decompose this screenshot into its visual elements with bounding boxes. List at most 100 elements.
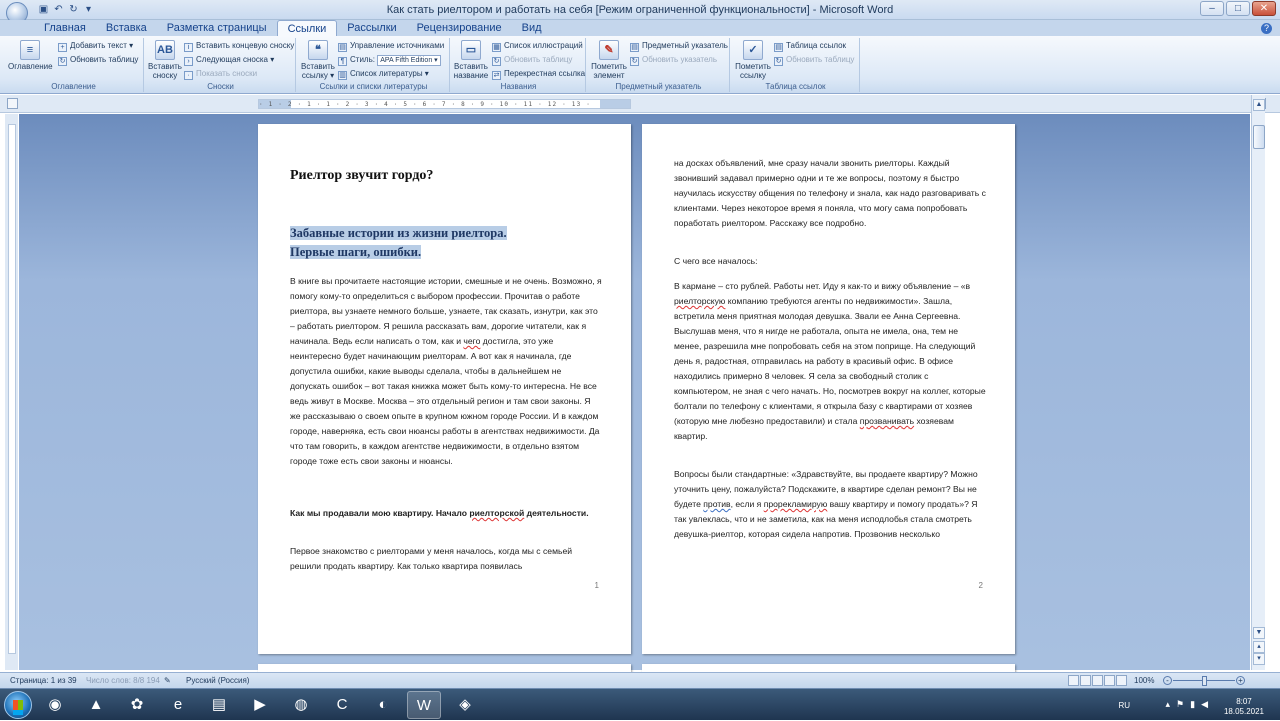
insert-footnote-button[interactable]: AB Вставить сноску — [148, 40, 182, 80]
pinwheel-icon[interactable]: ✿ — [120, 691, 154, 719]
selected-subheading[interactable]: Забавные истории из жизни риелтора. Перв… — [290, 224, 507, 262]
cortana-icon[interactable]: ◉ — [38, 691, 72, 719]
status-bar: Страница: 1 из 39 Число слов: 8/8 194 ✎ … — [0, 672, 1280, 688]
body-paragraph: Вопросы были стандартные: «Здравствуйте,… — [674, 467, 986, 542]
document-workspace: Риелтор звучит гордо? Забавные истории и… — [19, 114, 1250, 674]
print-layout-button[interactable] — [1068, 675, 1079, 686]
group-index-label: Предметный указатель — [615, 82, 702, 91]
tab-review[interactable]: Рецензирование — [407, 20, 512, 36]
zoom-in-button[interactable]: + — [1236, 676, 1245, 685]
media-player-icon[interactable]: ▶ — [243, 691, 277, 719]
document-page-1[interactable]: Риелтор звучит гордо? Забавные истории и… — [258, 124, 631, 654]
insert-caption-button[interactable]: ▭ Вставить название — [452, 40, 490, 80]
tab-insert[interactable]: Вставка — [96, 20, 157, 36]
clock-time: 8:07 — [1236, 697, 1252, 706]
vertical-ruler — [5, 114, 18, 670]
insert-index-button[interactable]: ▤ Предметный указатель — [630, 40, 728, 52]
file-explorer-icon[interactable]: ▤ — [202, 691, 236, 719]
title-bar: ▣ ↶ ↻ ▾ Как стать риелтором и работать н… — [0, 0, 1280, 24]
citation-icon: ❝ — [308, 40, 328, 60]
chrome-icon[interactable]: ◍ — [284, 691, 318, 719]
next-footnote-icon: › — [184, 57, 193, 66]
toc-button[interactable]: ≡ Оглавление — [8, 40, 53, 71]
update-figures-button[interactable]: ↻ Обновить таблицу — [492, 54, 572, 66]
obs-icon[interactable]: ◈ — [448, 691, 482, 719]
minimize-button[interactable]: – — [1200, 1, 1224, 16]
window-controls: – □ ✕ — [1200, 1, 1276, 16]
update-index-button[interactable]: ↻ Обновить указатель — [630, 54, 717, 66]
tray-icons: ▴ ⚑ ▮ ◀ — [1166, 699, 1208, 710]
ruler-strip[interactable]: · 1 · 2 · 1 · 1 · 2 · 3 · 4 · 5 · 6 · 7 … — [258, 99, 631, 109]
manage-sources-button[interactable]: ▤ Управление источниками — [338, 40, 444, 52]
clock[interactable]: 8:07 18.05.2021 — [1224, 697, 1264, 717]
firefox-icon[interactable]: ◐ — [366, 691, 400, 719]
flag-icon[interactable]: ⚑ — [1176, 699, 1184, 710]
outline-button[interactable] — [1104, 675, 1115, 686]
table-of-figures-button[interactable]: ▦ Список иллюстраций — [492, 40, 583, 52]
insert-caption-label: Вставить название — [453, 62, 489, 80]
cross-reference-button[interactable]: ⇄ Перекрестная ссылка — [492, 68, 585, 80]
ccleaner-icon[interactable]: C — [325, 691, 359, 719]
add-text-label: Добавить текст ▾ — [70, 41, 134, 50]
group-citations: ❝ Вставить ссылку ▾ ▤ Управление источник… — [298, 38, 450, 92]
tab-mailings[interactable]: Рассылки — [337, 20, 406, 36]
zoom-knob[interactable] — [1202, 676, 1207, 686]
vertical-scrollbar[interactable]: ▲ ▼ ▴ ▾ — [1251, 95, 1265, 670]
document-page-2[interactable]: на досках объявлений, мне сразу начали з… — [642, 124, 1015, 654]
volume-icon[interactable]: ◀ — [1201, 699, 1208, 710]
mark-entry-icon: ✎ — [599, 40, 619, 60]
toc-button-label: Оглавление — [8, 62, 53, 71]
web-layout-button[interactable] — [1092, 675, 1103, 686]
network-icon[interactable]: ▮ — [1190, 699, 1195, 710]
word-count[interactable]: Число слов: 8/8 194 — [86, 673, 160, 688]
style-dropdown[interactable]: APA Fifth Edition ▾ — [377, 55, 442, 66]
zoom-level[interactable]: 100% — [1134, 673, 1154, 688]
mark-citation-button[interactable]: ✓ Пометить ссылку — [734, 40, 772, 80]
tab-selector-button[interactable] — [7, 98, 18, 109]
proofing-icon[interactable]: ✎ — [164, 673, 171, 688]
tab-references[interactable]: Ссылки — [276, 20, 338, 36]
chevron-up-icon[interactable]: ▴ — [1166, 699, 1171, 710]
insert-toa-button[interactable]: ▤ Таблица ссылок — [774, 40, 846, 52]
body-paragraph: Первое знакомство с риелторами у меня на… — [290, 546, 573, 571]
start-button[interactable] — [4, 691, 32, 719]
bibliography-label: Список литературы ▾ — [350, 69, 429, 78]
next-footnote-button[interactable]: › Следующая сноска ▾ — [184, 54, 274, 66]
insert-citation-button[interactable]: ❝ Вставить ссылку ▾ — [300, 40, 336, 80]
user-icon[interactable]: ▲ — [79, 691, 113, 719]
next-page-button[interactable]: ▾ — [1253, 653, 1265, 665]
update-toa-button[interactable]: ↻ Обновить таблицу — [774, 54, 854, 66]
help-icon[interactable]: ? — [1261, 23, 1272, 34]
show-notes-button[interactable]: · Показать сноски — [184, 68, 257, 80]
close-button[interactable]: ✕ — [1252, 1, 1276, 16]
update-toc-button[interactable]: ↻ Обновить таблицу — [58, 54, 138, 66]
tab-view[interactable]: Вид — [512, 20, 552, 36]
word-icon[interactable]: W — [407, 691, 441, 719]
keyboard-language[interactable]: RU — [1118, 701, 1130, 710]
previous-page-button[interactable]: ▴ — [1253, 641, 1265, 653]
scroll-up-arrow[interactable]: ▲ — [1253, 99, 1265, 111]
scrollbar-thumb[interactable] — [1253, 125, 1265, 149]
zoom-out-button[interactable]: - — [1163, 676, 1172, 685]
tab-page-layout[interactable]: Разметка страницы — [157, 20, 277, 36]
draft-button[interactable] — [1116, 675, 1127, 686]
edge-icon[interactable]: e — [161, 691, 195, 719]
full-screen-reading-button[interactable] — [1080, 675, 1091, 686]
tab-home[interactable]: Главная — [34, 20, 96, 36]
body-paragraph: на досках объявлений, мне сразу начали з… — [674, 158, 986, 228]
body-text: , если я — [730, 499, 764, 509]
add-text-button[interactable]: + Добавить текст ▾ — [58, 40, 133, 52]
group-index: ✎ Пометить элемент ▤ Предметный указатель… — [588, 38, 730, 92]
bibliography-button[interactable]: ▥ Список литературы ▾ — [338, 68, 429, 80]
section-heading: Как мы продавали мою квартиру. Начало ри… — [290, 506, 602, 521]
footnote-icon: AB — [155, 40, 175, 60]
language-indicator[interactable]: Русский (Россия) — [186, 673, 249, 688]
subheading-line-2: Первые шаги, ошибки. — [290, 245, 422, 259]
zoom-slider[interactable]: - + — [1163, 676, 1245, 686]
mark-entry-button[interactable]: ✎ Пометить элемент — [590, 40, 628, 80]
scroll-down-arrow[interactable]: ▼ — [1253, 627, 1265, 639]
page-count[interactable]: Страница: 1 из 39 — [10, 673, 77, 688]
maximize-button[interactable]: □ — [1226, 1, 1250, 16]
ribbon-tabs: Главная Вставка Разметка страницы Ссылки… — [0, 20, 1280, 36]
insert-endnote-button[interactable]: i Вставить концевую сноску — [184, 40, 294, 52]
